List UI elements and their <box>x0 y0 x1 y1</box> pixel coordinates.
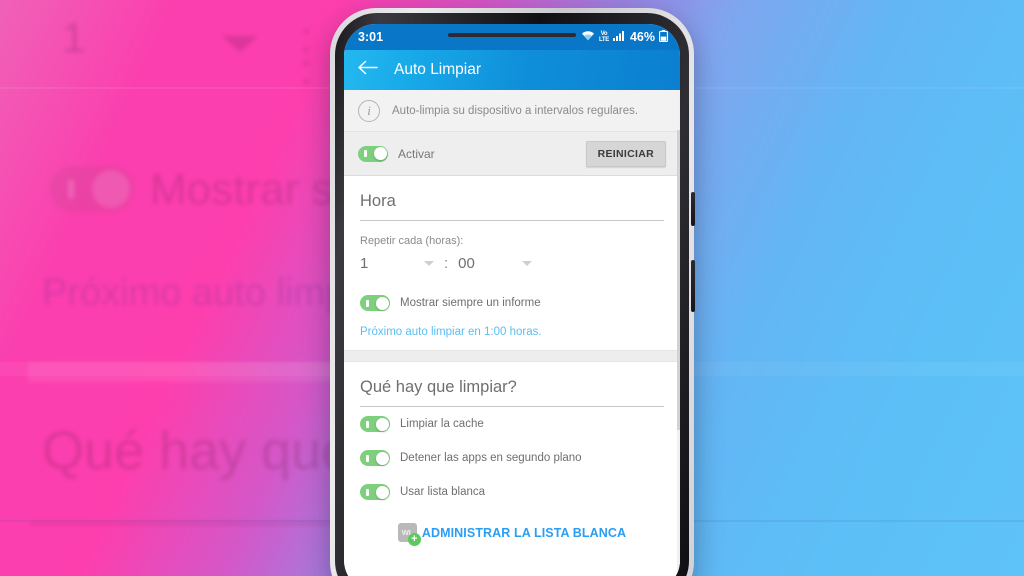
wifi-icon <box>581 30 595 44</box>
list-item: Usar lista blanca <box>344 475 680 509</box>
section-separator <box>344 350 680 362</box>
phone-power-button[interactable] <box>691 260 695 312</box>
toggle-bar <box>364 150 367 157</box>
activar-label: Activar <box>398 146 435 161</box>
ghost-section-title: Qué hay que <box>42 421 352 481</box>
activar-toggle[interactable] <box>358 145 388 162</box>
ghost-toggle-icon <box>50 166 134 212</box>
toggle-knob <box>375 296 389 310</box>
activar-row: Activar REINICIAR <box>344 132 680 176</box>
plus-badge-icon: + <box>407 533 421 546</box>
minutes-value: 00 <box>458 255 475 272</box>
toggle-knob <box>375 451 389 465</box>
back-arrow-icon[interactable] <box>358 60 378 80</box>
manage-whitelist-label: ADMINISTRAR LA LISTA BLANCA <box>421 525 627 540</box>
list-item: Limpiar la cache <box>344 407 680 441</box>
battery-percent: 46% <box>629 30 655 44</box>
volte-icon: Vo LTE <box>598 31 609 43</box>
clean-section-title: Qué hay que limpiar? <box>360 378 517 396</box>
manage-whitelist-button[interactable]: WL + ADMINISTRAR LA LISTA BLANCA <box>344 509 680 558</box>
next-clean-link[interactable]: Próximo auto limpiar en 1:00 horas. <box>344 320 680 350</box>
status-bar: 3:01 Vo LTE 46% <box>344 24 680 50</box>
ghost-caret-down-icon <box>222 36 258 52</box>
toggle-knob <box>375 417 389 431</box>
report-toggle[interactable] <box>360 295 390 311</box>
hora-section-divider <box>360 220 664 221</box>
toggle-bar <box>366 299 369 307</box>
time-separator: : <box>444 255 449 272</box>
report-label: Mostrar siempre un informe <box>400 297 541 309</box>
info-icon: i <box>358 99 380 122</box>
hours-value: 1 <box>360 255 369 272</box>
settings-content: i Auto-limpia su dispositivo a intervalo… <box>344 90 680 576</box>
info-banner: i Auto-limpia su dispositivo a intervalo… <box>344 90 680 132</box>
cache-toggle[interactable] <box>360 416 390 432</box>
toggle-bar <box>366 488 369 496</box>
scrollbar-track[interactable] <box>677 90 680 576</box>
list-item: Detener las apps en segundo plano <box>344 441 680 475</box>
repetir-label: Repetir cada (horas): <box>360 235 464 247</box>
phone-volume-up-button[interactable] <box>691 192 695 226</box>
signal-icon <box>612 30 625 44</box>
whitelist-icon: WL + <box>397 523 421 546</box>
status-time: 3:01 <box>358 30 384 44</box>
ghost-colon: : <box>300 45 313 94</box>
toggle-bar <box>366 420 369 428</box>
chevron-down-icon <box>424 261 434 266</box>
app-bar: Auto Limpiar <box>344 50 680 90</box>
minutes-dropdown[interactable]: 00 <box>458 255 533 272</box>
background-apps-toggle[interactable] <box>360 450 390 466</box>
clean-section-divider <box>360 406 664 407</box>
earpiece-speaker <box>448 33 576 37</box>
battery-icon <box>659 29 668 45</box>
ghost-link-text: Próximo auto limpi <box>42 272 355 314</box>
reiniciar-button[interactable]: REINICIAR <box>585 140 666 167</box>
toggle-bar <box>366 454 369 462</box>
phone-device: 3:01 Vo LTE 46% Auto Limpiar i Auto-limp… <box>330 8 695 576</box>
whitelist-label: Usar lista blanca <box>400 486 486 498</box>
background-apps-label: Detener las apps en segundo plano <box>400 452 582 464</box>
phone-screen: 3:01 Vo LTE 46% Auto Limpiar i Auto-limp… <box>344 24 680 576</box>
time-picker-row: 1 : 00 <box>344 255 680 286</box>
whitelist-toggle[interactable] <box>360 484 390 500</box>
report-toggle-row: Mostrar siempre un informe <box>344 286 680 320</box>
toggle-knob <box>373 147 387 160</box>
hora-section-title: Hora <box>360 192 396 210</box>
info-banner-text: Auto-limpia su dispositivo a intervalos … <box>392 104 639 117</box>
chevron-down-icon <box>522 261 533 266</box>
hours-dropdown[interactable]: 1 <box>360 255 434 272</box>
ghost-number: 1 <box>62 14 86 61</box>
cache-label: Limpiar la cache <box>400 418 484 430</box>
scrollbar-thumb[interactable] <box>677 130 680 430</box>
page-title: Auto Limpiar <box>394 61 482 78</box>
toggle-knob <box>375 485 389 499</box>
